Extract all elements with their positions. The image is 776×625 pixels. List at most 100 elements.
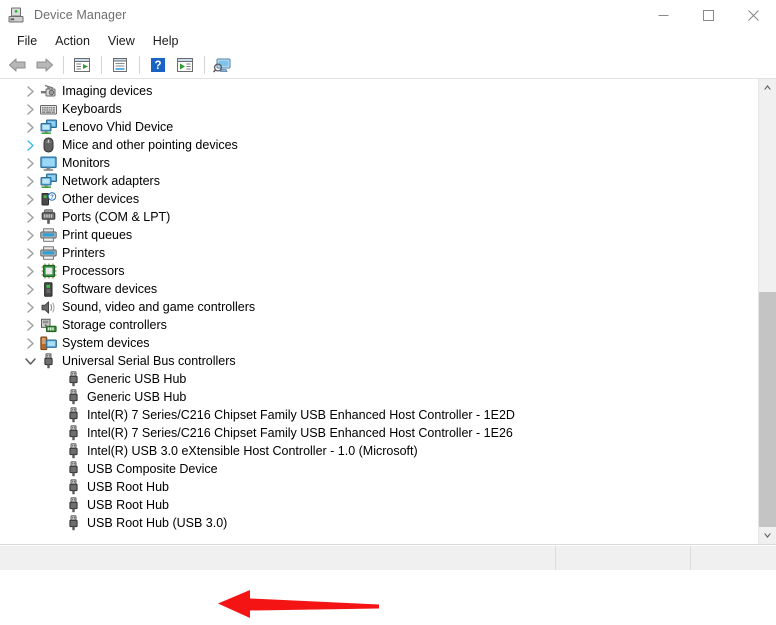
tree-node[interactable]: Ports (COM & LPT) [0, 208, 758, 226]
forward-button[interactable] [31, 54, 57, 76]
menu-view[interactable]: View [99, 32, 144, 51]
tree-node[interactable]: Generic USB Hub [0, 388, 758, 406]
tree-node-label: Universal Serial Bus controllers [62, 354, 236, 368]
tree-node-label: USB Composite Device [87, 462, 218, 476]
properties-button[interactable] [107, 54, 133, 76]
usb-icon [65, 496, 82, 514]
tree-node[interactable]: Keyboards [0, 100, 758, 118]
svg-text:?: ? [50, 195, 54, 201]
title-bar: Device Manager [0, 0, 776, 30]
tree-node-label: Other devices [62, 192, 140, 206]
chevron-right-icon[interactable] [22, 244, 38, 262]
status-bar [0, 545, 776, 570]
chevron-right-icon[interactable] [22, 172, 38, 190]
chevron-right-icon[interactable] [22, 262, 38, 280]
vertical-scrollbar[interactable] [758, 79, 776, 544]
tree-node[interactable]: Mice and other pointing devices [0, 136, 758, 154]
device-tree[interactable]: Imaging devices Keyboards Lenovo Vhid Devi… [0, 79, 758, 544]
red-arrow-annotation [218, 590, 379, 618]
tree-node[interactable]: Generic USB Hub [0, 370, 758, 388]
tree-node[interactable]: USB Composite Device [0, 460, 758, 478]
device-manager-icon [5, 4, 27, 26]
update-driver-button[interactable] [172, 54, 198, 76]
menu-help[interactable]: Help [144, 32, 188, 51]
chevron-right-icon[interactable] [22, 334, 38, 352]
tree-node-label: Intel(R) 7 Series/C216 Chipset Family US… [87, 426, 513, 440]
scrollbar-track[interactable] [759, 96, 776, 527]
tree-node[interactable]: Storage controllers [0, 316, 758, 334]
tree-node[interactable]: Imaging devices [0, 82, 758, 100]
back-button[interactable] [4, 54, 30, 76]
chevron-right-icon[interactable] [22, 226, 38, 244]
tree-node-label: Network adapters [62, 174, 160, 188]
tree-node-label: USB Root Hub (USB 3.0) [87, 516, 228, 530]
usb-icon [65, 406, 82, 424]
network-display-icon [40, 118, 57, 136]
tree-node[interactable]: USB Root Hub (USB 3.0) [0, 514, 758, 532]
keyboard-icon [40, 100, 57, 118]
content-area: Imaging devices Keyboards Lenovo Vhid Devi… [0, 79, 776, 618]
tree-node[interactable]: Lenovo Vhid Device [0, 118, 758, 136]
chevron-right-icon[interactable] [22, 136, 38, 154]
tree-node[interactable]: Processors [0, 262, 758, 280]
tree-node-label: Intel(R) USB 3.0 eXtensible Host Control… [87, 444, 418, 458]
usb-icon [65, 514, 82, 532]
tree-node-label: Generic USB Hub [87, 372, 187, 386]
show-hide-console-tree-button[interactable] [69, 54, 95, 76]
tree-node[interactable]: Print queues [0, 226, 758, 244]
chevron-right-icon[interactable] [22, 208, 38, 226]
status-cell-middle [556, 546, 691, 570]
chevron-down-icon[interactable] [22, 352, 38, 370]
tree-node-label: Monitors [62, 156, 110, 170]
window-controls [641, 0, 776, 30]
scroll-down-icon [764, 533, 771, 538]
chevron-right-icon[interactable] [22, 190, 38, 208]
minimize-button[interactable] [641, 0, 686, 30]
tree-node[interactable]: Software devices [0, 280, 758, 298]
back-arrow-icon [8, 58, 25, 72]
tree-node-label: Printers [62, 246, 106, 260]
chevron-right-icon[interactable] [22, 154, 38, 172]
toolbar-separator-4 [204, 56, 205, 74]
tree-node[interactable]: Intel(R) 7 Series/C216 Chipset Family US… [0, 406, 758, 424]
system-device-icon [40, 334, 57, 352]
tree-node[interactable]: Monitors [0, 154, 758, 172]
usb-icon [65, 424, 82, 442]
tree-node[interactable]: Universal Serial Bus controllers [0, 352, 758, 370]
tree-node[interactable]: Network adapters [0, 172, 758, 190]
tree-node[interactable]: Sound, video and game controllers [0, 298, 758, 316]
maximize-button[interactable] [686, 0, 731, 30]
tree-node[interactable]: System devices [0, 334, 758, 352]
port-icon [40, 208, 57, 226]
toolbar-separator-1 [63, 56, 64, 74]
chevron-right-icon[interactable] [22, 118, 38, 136]
help-button[interactable]: ? [145, 54, 171, 76]
tree-node[interactable]: USB Root Hub [0, 478, 758, 496]
chevron-right-icon[interactable] [22, 100, 38, 118]
tree-node[interactable]: Printers [0, 244, 758, 262]
camera-icon [40, 82, 57, 100]
tree-node[interactable]: Intel(R) USB 3.0 eXtensible Host Control… [0, 442, 758, 460]
tree-node-label: Mice and other pointing devices [62, 138, 238, 152]
chevron-right-icon[interactable] [22, 82, 38, 100]
scan-monitor-icon [213, 58, 231, 73]
menu-action[interactable]: Action [46, 32, 99, 51]
scroll-down-button[interactable] [759, 527, 776, 544]
scrollbar-thumb[interactable] [759, 292, 776, 527]
tree-node-label: Lenovo Vhid Device [62, 120, 174, 134]
tree-node-label: Generic USB Hub [87, 390, 187, 404]
toolbar-separator-3 [139, 56, 140, 74]
scroll-up-button[interactable] [759, 79, 776, 96]
tree-node[interactable]: Intel(R) 7 Series/C216 Chipset Family US… [0, 424, 758, 442]
chevron-right-icon[interactable] [22, 298, 38, 316]
printer-icon [40, 226, 57, 244]
menu-file[interactable]: File [8, 32, 46, 51]
toolbar-separator-2 [101, 56, 102, 74]
tree-node[interactable]: ? Other devices [0, 190, 758, 208]
tree-node[interactable]: USB Root Hub [0, 496, 758, 514]
unknown-device-icon: ? [40, 190, 57, 208]
scan-hardware-changes-button[interactable] [210, 54, 236, 76]
chevron-right-icon[interactable] [22, 280, 38, 298]
chevron-right-icon[interactable] [22, 316, 38, 334]
close-button[interactable] [731, 0, 776, 30]
